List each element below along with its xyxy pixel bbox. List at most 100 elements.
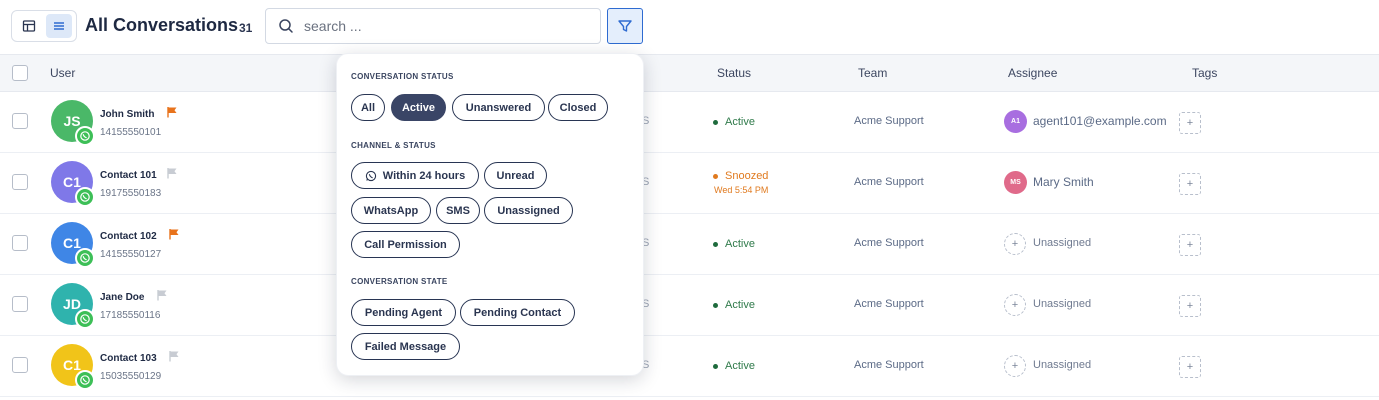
view-toggle bbox=[11, 10, 77, 42]
table-view-icon bbox=[22, 20, 36, 32]
chip-sms[interactable]: SMS bbox=[436, 197, 480, 224]
chip-closed[interactable]: Closed bbox=[548, 94, 608, 121]
assign-plus-icon[interactable]: + bbox=[1004, 355, 1026, 377]
column-header-assignee[interactable]: Assignee bbox=[1008, 66, 1057, 80]
avatar-initials: C1 bbox=[63, 357, 81, 373]
assignee-initials: A1 bbox=[1011, 118, 1020, 125]
assign-plus-icon[interactable]: + bbox=[1004, 233, 1026, 255]
assignee-initials: MS bbox=[1010, 179, 1021, 186]
avatar-initials: C1 bbox=[63, 174, 81, 190]
row-checkbox[interactable] bbox=[12, 296, 28, 312]
user-phone: 15035550129 bbox=[100, 371, 162, 382]
assignee-name[interactable]: agent101@example.com bbox=[1033, 114, 1167, 128]
chip-call-permission[interactable]: Call Permission bbox=[351, 231, 460, 258]
add-tag-plus-icon[interactable]: + bbox=[1179, 173, 1201, 195]
chip-within-24-hours[interactable]: Within 24 hours bbox=[351, 162, 479, 189]
table-view-button[interactable] bbox=[16, 14, 42, 38]
flag-icon[interactable] bbox=[166, 167, 178, 179]
column-header-user[interactable]: User bbox=[50, 66, 75, 80]
table-row[interactable]: C1 Contact 101 19175550183 S Snoozed Wed 5:54… bbox=[0, 153, 1379, 214]
flag-icon[interactable] bbox=[168, 350, 180, 362]
section-conversation-state: CONVERSATION STATE bbox=[351, 277, 448, 286]
assignee-name[interactable]: Unassigned bbox=[1033, 237, 1091, 249]
status-badge: Active bbox=[713, 299, 755, 311]
assign-plus-icon[interactable]: + bbox=[1004, 294, 1026, 316]
chip-all[interactable]: All bbox=[351, 94, 385, 121]
row-checkbox[interactable] bbox=[12, 113, 28, 129]
flag-icon[interactable] bbox=[168, 228, 180, 240]
row-checkbox[interactable] bbox=[12, 235, 28, 251]
team-name: Acme Support bbox=[854, 237, 924, 249]
user-name[interactable]: Contact 102 bbox=[100, 231, 157, 242]
user-name[interactable]: John Smith bbox=[100, 109, 154, 120]
assignee-avatar: MS bbox=[1004, 171, 1027, 194]
filter-icon bbox=[618, 20, 632, 32]
select-all-checkbox[interactable] bbox=[12, 65, 28, 81]
filter-button[interactable] bbox=[607, 8, 643, 44]
assignee-avatar: A1 bbox=[1004, 110, 1027, 133]
user-name[interactable]: Contact 103 bbox=[100, 353, 157, 364]
table-row[interactable]: JD Jane Doe 17185550116 S Active Acme Support… bbox=[0, 275, 1379, 336]
top-bar: All Conversations 31 bbox=[0, 0, 1379, 54]
assignee-name[interactable]: Unassigned bbox=[1033, 298, 1091, 310]
add-tag-plus-icon[interactable]: + bbox=[1179, 112, 1201, 134]
whatsapp-icon bbox=[365, 170, 376, 181]
chip-active[interactable]: Active bbox=[391, 94, 446, 121]
flag-icon[interactable] bbox=[156, 289, 168, 301]
chip-unanswered[interactable]: Unanswered bbox=[452, 94, 545, 121]
add-tag-plus-icon[interactable]: + bbox=[1179, 295, 1201, 317]
chip-failed-message[interactable]: Failed Message bbox=[351, 333, 460, 360]
column-header-tags[interactable]: Tags bbox=[1192, 66, 1217, 80]
status-text: Active bbox=[725, 116, 755, 128]
avatar-initials: C1 bbox=[63, 235, 81, 251]
status-badge: Active bbox=[713, 238, 755, 250]
team-name: Acme Support bbox=[854, 298, 924, 310]
table-row[interactable]: C1 Contact 103 15035550129 S Active Acme Supp… bbox=[0, 336, 1379, 397]
row-checkbox[interactable] bbox=[12, 174, 28, 190]
chip-whatsapp[interactable]: WhatsApp bbox=[351, 197, 431, 224]
user-name[interactable]: Jane Doe bbox=[100, 292, 144, 303]
row-checkbox[interactable] bbox=[12, 357, 28, 373]
column-header-team[interactable]: Team bbox=[858, 66, 887, 80]
add-tag-plus-icon[interactable]: + bbox=[1179, 356, 1201, 378]
team-name: Acme Support bbox=[854, 115, 924, 127]
user-phone: 17185550116 bbox=[100, 310, 161, 321]
status-badge: Active bbox=[713, 116, 755, 128]
table-header: User Status Team Assignee Tags bbox=[0, 54, 1379, 92]
chip-pending-contact[interactable]: Pending Contact bbox=[460, 299, 575, 326]
chip-unassigned[interactable]: Unassigned bbox=[484, 197, 573, 224]
whatsapp-icon bbox=[75, 126, 95, 146]
status-text: Active bbox=[725, 299, 755, 311]
table-row[interactable]: C1 Contact 102 14155550127 S Active Acme Supp… bbox=[0, 214, 1379, 275]
user-phone: 19175550183 bbox=[100, 188, 162, 199]
avatar-initials: JD bbox=[63, 296, 81, 312]
search-input[interactable] bbox=[304, 18, 584, 34]
whatsapp-icon bbox=[75, 370, 95, 390]
add-tag-plus-icon[interactable]: + bbox=[1179, 234, 1201, 256]
assignee-name[interactable]: Unassigned bbox=[1033, 359, 1091, 371]
user-phone: 14155550127 bbox=[100, 249, 162, 260]
user-name[interactable]: Contact 101 bbox=[100, 170, 157, 181]
status-text: Snoozed bbox=[725, 170, 769, 182]
assignee-name[interactable]: Mary Smith bbox=[1033, 175, 1094, 189]
status-text: Active bbox=[725, 360, 755, 372]
team-name: Acme Support bbox=[854, 176, 924, 188]
status-badge: Active bbox=[713, 360, 755, 372]
column-header-status[interactable]: Status bbox=[717, 66, 751, 80]
user-phone: 14155550101 bbox=[100, 127, 162, 138]
chip-pending-agent[interactable]: Pending Agent bbox=[351, 299, 456, 326]
whatsapp-icon bbox=[75, 248, 95, 268]
conversation-count: 31 bbox=[239, 21, 253, 35]
chip-within-24-hours-label: Within 24 hours bbox=[382, 169, 466, 182]
whatsapp-icon bbox=[75, 309, 95, 329]
avatar-initials: JS bbox=[63, 113, 81, 129]
list-view-button[interactable] bbox=[46, 14, 72, 38]
chip-unread[interactable]: Unread bbox=[484, 162, 547, 189]
filter-dropdown: CONVERSATION STATUS All Active Unanswere… bbox=[336, 53, 644, 376]
search-box bbox=[265, 8, 601, 44]
list-view-icon bbox=[54, 22, 64, 30]
table-row[interactable]: JS John Smith 14155550101 S Active Acme Suppo… bbox=[0, 92, 1379, 153]
section-channel-status: CHANNEL & STATUS bbox=[351, 141, 436, 150]
snooze-until: Wed 5:54 PM bbox=[714, 185, 769, 195]
flag-icon[interactable] bbox=[166, 106, 178, 118]
